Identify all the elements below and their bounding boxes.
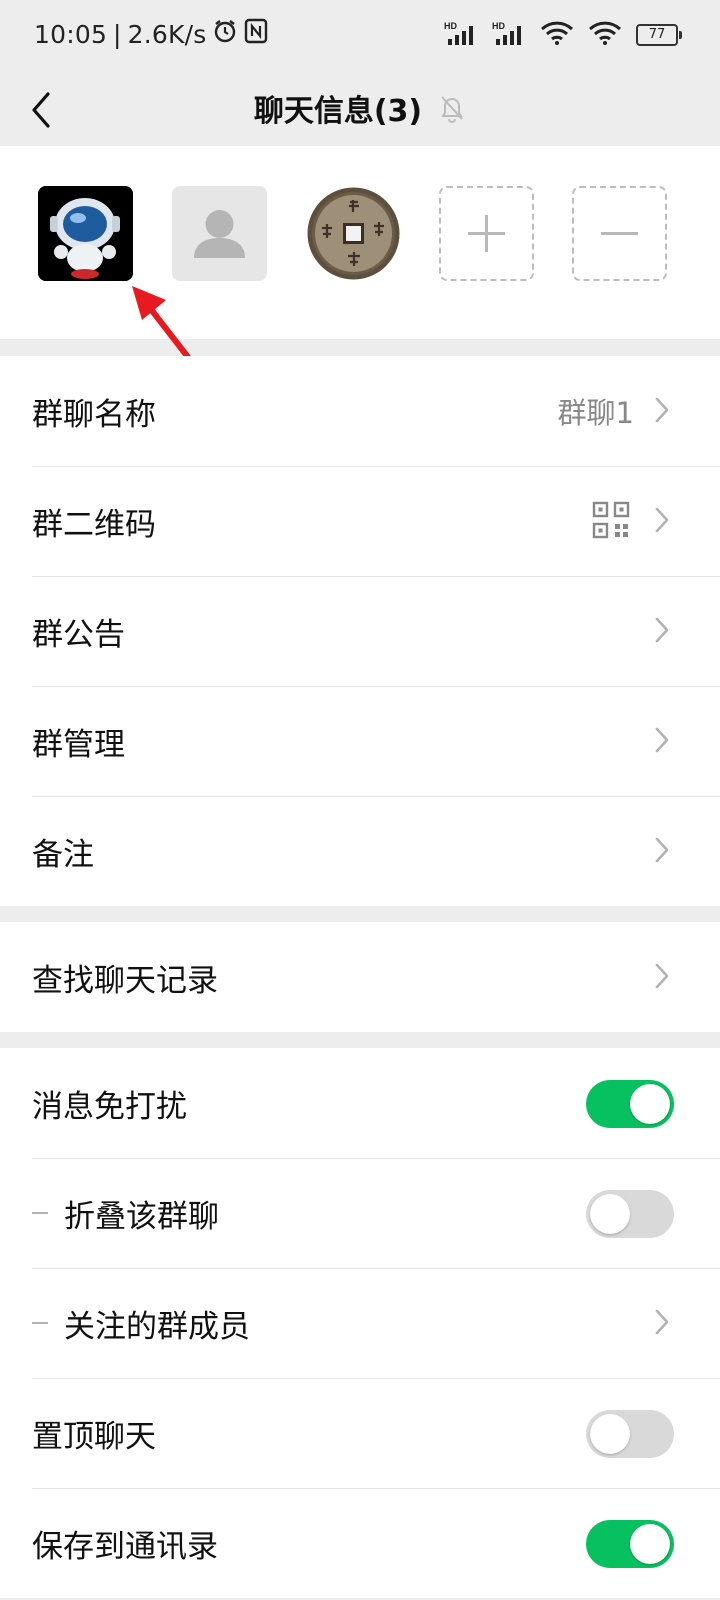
row-search-history[interactable]: 查找聊天记录 bbox=[0, 922, 720, 1032]
toggle-knob bbox=[590, 1414, 630, 1454]
svg-text:HD: HD bbox=[444, 21, 457, 31]
remove-member-button[interactable] bbox=[572, 186, 667, 281]
toggle-knob bbox=[590, 1194, 630, 1234]
fold-toggle[interactable] bbox=[586, 1190, 674, 1238]
battery-icon: 77 bbox=[636, 24, 682, 46]
sub-item-dash bbox=[32, 1212, 48, 1214]
pin-toggle[interactable] bbox=[586, 1410, 674, 1458]
save-contacts-toggle[interactable] bbox=[586, 1520, 674, 1568]
row-label: 群聊名称 bbox=[32, 396, 156, 433]
row-label: 查找聊天记录 bbox=[32, 962, 218, 999]
row-pin: 置顶聊天 bbox=[0, 1378, 720, 1488]
status-time: 10:05 bbox=[34, 19, 108, 49]
row-mute: 消息免打扰 bbox=[0, 1048, 720, 1158]
wifi-icon bbox=[540, 20, 574, 50]
row-label: 关注的群成员 bbox=[64, 1308, 250, 1345]
settings-group-1: 群聊名称 群聊1 群二维码 群公告 群管理 备注 bbox=[0, 356, 720, 906]
signal-hd-icon-2: HD bbox=[492, 20, 526, 50]
chevron-right-icon bbox=[655, 727, 669, 753]
row-group-notice[interactable]: 群公告 bbox=[0, 576, 720, 686]
nfc-icon bbox=[244, 18, 268, 50]
row-label: 群管理 bbox=[32, 726, 125, 763]
page-title-wrap: 聊天信息(3) bbox=[0, 86, 720, 130]
status-separator: | bbox=[113, 19, 122, 49]
network-speed: 2.6K/s bbox=[127, 19, 207, 49]
row-group-manage[interactable]: 群管理 bbox=[0, 686, 720, 796]
row-remark[interactable]: 备注 bbox=[0, 796, 720, 906]
row-group-qr[interactable]: 群二维码 bbox=[0, 466, 720, 576]
add-member-button[interactable] bbox=[439, 186, 534, 281]
row-label: 置顶聊天 bbox=[32, 1418, 156, 1455]
signal-hd-icon: HD bbox=[444, 20, 478, 50]
row-fold: 折叠该群聊 bbox=[0, 1158, 720, 1268]
toggle-knob bbox=[630, 1524, 670, 1564]
status-left: 10:05 | 2.6K/s bbox=[34, 18, 268, 50]
chevron-right-icon bbox=[655, 963, 669, 989]
row-label: 备注 bbox=[32, 836, 94, 873]
mute-toggle[interactable] bbox=[586, 1080, 674, 1128]
status-bar: 10:05 | 2.6K/s HD HD 77 bbox=[0, 0, 720, 70]
chevron-right-icon bbox=[655, 1309, 669, 1335]
status-right: HD HD 77 bbox=[444, 20, 682, 50]
sub-item-dash bbox=[32, 1322, 48, 1324]
row-group-name[interactable]: 群聊名称 群聊1 bbox=[0, 356, 720, 466]
chevron-right-icon bbox=[655, 397, 669, 423]
wifi-icon-2 bbox=[588, 20, 622, 50]
plus-icon bbox=[468, 215, 505, 252]
settings-group-2: 查找聊天记录 bbox=[0, 922, 720, 1032]
row-label: 群二维码 bbox=[32, 506, 156, 543]
page-title: 聊天信息(3) bbox=[253, 94, 423, 129]
alarm-icon bbox=[212, 18, 238, 50]
chevron-right-icon bbox=[655, 837, 669, 863]
member-avatar-coin[interactable] bbox=[306, 186, 401, 281]
qr-code-icon bbox=[592, 501, 630, 539]
row-followed-members[interactable]: 关注的群成员 bbox=[0, 1268, 720, 1378]
row-save-contacts: 保存到通讯录 bbox=[0, 1488, 720, 1598]
svg-text:HD: HD bbox=[492, 21, 505, 31]
minus-icon bbox=[601, 232, 638, 235]
row-label: 消息免打扰 bbox=[32, 1088, 187, 1125]
nav-bar: 聊天信息(3) bbox=[0, 70, 720, 146]
row-label: 保存到通讯录 bbox=[32, 1528, 218, 1565]
mute-bell-icon bbox=[441, 96, 464, 123]
member-avatar-astronaut[interactable] bbox=[38, 186, 133, 281]
group-name-value: 群聊1 bbox=[557, 396, 634, 430]
toggle-knob bbox=[630, 1084, 670, 1124]
members-panel bbox=[0, 146, 720, 339]
row-label: 折叠该群聊 bbox=[64, 1198, 219, 1235]
row-label: 群公告 bbox=[32, 616, 125, 653]
settings-group-3: 消息免打扰 折叠该群聊 关注的群成员 置顶聊天 保存到通讯录 bbox=[0, 1048, 720, 1598]
chevron-right-icon bbox=[655, 617, 669, 643]
member-avatar-default[interactable] bbox=[172, 186, 267, 281]
chevron-right-icon bbox=[655, 507, 669, 533]
